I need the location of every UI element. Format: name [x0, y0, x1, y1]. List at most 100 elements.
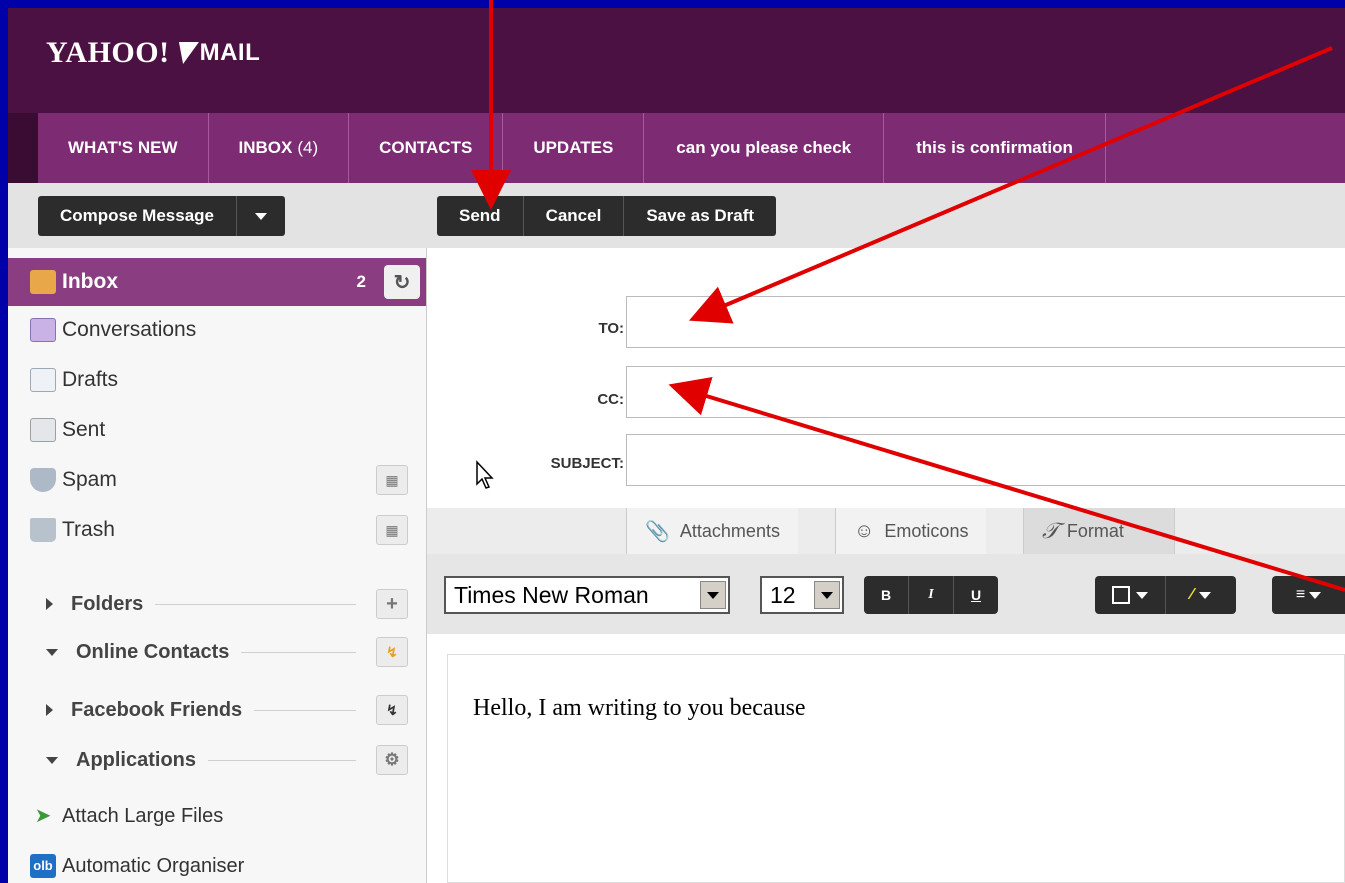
- attachments-tab[interactable]: 📎 Attachments: [626, 508, 798, 554]
- message-body-editor[interactable]: Hello, I am writing to you because: [447, 654, 1345, 883]
- text-color-button[interactable]: [1095, 576, 1166, 614]
- color-group: ∕: [1095, 576, 1236, 614]
- sidebar-item-sent[interactable]: Sent: [8, 406, 426, 454]
- underline-button[interactable]: U: [954, 576, 998, 614]
- add-folder-icon[interactable]: +: [376, 589, 408, 619]
- gear-icon[interactable]: ⚙: [376, 745, 408, 775]
- highlighter-icon: ∕: [1190, 586, 1194, 603]
- tab-inbox[interactable]: INBOX (4): [209, 113, 350, 183]
- unread-count: 2: [356, 272, 366, 291]
- app-window: YAHOO! MAIL WHAT'S NEW INBOX (4) CONTACTS…: [8, 8, 1345, 883]
- app-label: Attach Large Files: [62, 804, 224, 827]
- chevron-down-icon: [46, 756, 58, 764]
- logo-text: YAHOO!: [46, 36, 170, 69]
- italic-button[interactable]: I: [909, 576, 954, 614]
- sidebar-item-conversations[interactable]: Conversations: [8, 306, 426, 354]
- sidebar-item-label: Drafts: [62, 368, 119, 391]
- sidebar-item-label: Trash: [62, 518, 115, 541]
- refresh-icon[interactable]: ↻: [384, 265, 420, 299]
- align-group: ≡: [1272, 576, 1345, 614]
- sidebar-item-label: Sent: [62, 418, 106, 441]
- chevron-down-icon: [1136, 591, 1148, 599]
- sidebar-item-spam[interactable]: Spam ▦: [8, 456, 426, 504]
- tab-count: (4): [297, 138, 319, 157]
- dropdown-arrow-icon: [700, 581, 726, 609]
- section-folders[interactable]: Folders +: [8, 584, 426, 624]
- cancel-button[interactable]: Cancel: [524, 196, 625, 236]
- tab-bar: WHAT'S NEW INBOX (4) CONTACTS UPDATES can…: [8, 113, 1345, 183]
- compose-button[interactable]: Compose Message: [38, 196, 237, 236]
- compose-dropdown[interactable]: [237, 196, 285, 236]
- facebook-status-icon[interactable]: ↯: [376, 695, 408, 725]
- conversations-icon: [30, 318, 56, 342]
- chevron-down-icon: [1199, 591, 1212, 599]
- sidebar-item-inbox[interactable]: Inbox 2 ↻: [8, 258, 426, 306]
- olb-badge-icon: olb: [30, 854, 56, 878]
- trash-icon: [30, 518, 56, 542]
- header: YAHOO! MAIL: [8, 8, 1345, 113]
- underline-label: U: [970, 587, 982, 603]
- tab-contacts[interactable]: CONTACTS: [349, 113, 504, 183]
- tab-whats-new[interactable]: WHAT'S NEW: [38, 113, 209, 183]
- compose-label: Compose Message: [60, 206, 214, 225]
- draft-label: Save as Draft: [646, 206, 755, 225]
- sidebar-item-label: Conversations: [62, 318, 197, 341]
- tab-label: this is confirmation: [916, 138, 1073, 157]
- toolbar: Compose Message Send Cancel Save as Draf…: [8, 183, 1345, 248]
- to-label: TO:: [598, 320, 624, 337]
- text-style-group: B I U: [864, 576, 998, 614]
- sidebar-item-trash[interactable]: Trash ▦: [8, 506, 426, 554]
- drafts-icon: [30, 368, 56, 392]
- save-draft-button[interactable]: Save as Draft: [624, 196, 776, 236]
- bold-label: B: [880, 587, 892, 603]
- app-automatic-organiser[interactable]: olb Automatic Organiser: [8, 842, 426, 883]
- section-label: Folders: [71, 592, 144, 615]
- section-label: Applications: [76, 748, 197, 771]
- app-label: Automatic Organiser: [62, 854, 245, 877]
- tab-message-1[interactable]: can you please check: [644, 113, 885, 183]
- empty-spam-icon[interactable]: ▦: [376, 465, 408, 495]
- subject-field[interactable]: [626, 434, 1345, 486]
- messenger-status-icon[interactable]: ↯: [376, 637, 408, 667]
- size-value: 12: [770, 581, 796, 608]
- sidebar-item-label: Spam: [62, 468, 117, 491]
- section-online-contacts[interactable]: Online Contacts ↯: [8, 632, 426, 672]
- divider: [241, 651, 356, 653]
- message-body-text: Hello, I am writing to you because: [473, 695, 806, 721]
- highlight-color-button[interactable]: ∕: [1166, 576, 1236, 614]
- align-left-icon: ≡: [1295, 586, 1306, 603]
- emoticons-label: Emoticons: [884, 520, 969, 541]
- section-label: Facebook Friends: [71, 698, 243, 721]
- emoticons-tab[interactable]: ☺ Emoticons: [835, 508, 987, 554]
- empty-trash-icon[interactable]: ▦: [376, 515, 408, 545]
- align-button[interactable]: ≡: [1272, 576, 1345, 614]
- section-facebook-friends[interactable]: Facebook Friends ↯: [8, 690, 426, 730]
- yahoo-mail-logo[interactable]: YAHOO! MAIL: [46, 36, 260, 70]
- sidebar-item-label: Inbox: [62, 270, 118, 293]
- chevron-down-icon: [255, 212, 267, 220]
- format-label: Format: [1066, 520, 1124, 541]
- section-label: Online Contacts: [76, 640, 230, 663]
- format-toolbar: Times New Roman 12 B I U ∕ ≡: [427, 554, 1345, 634]
- italic-label: I: [928, 587, 934, 602]
- app-attach-large-files[interactable]: ➤ Attach Large Files: [8, 792, 426, 840]
- divider: [208, 759, 356, 761]
- compose-actions: Send Cancel Save as Draft: [437, 196, 777, 236]
- sidebar-item-drafts[interactable]: Drafts: [8, 356, 426, 404]
- font-family-select[interactable]: Times New Roman: [444, 576, 730, 614]
- attachments-label: Attachments: [679, 520, 780, 541]
- format-tab[interactable]: 𝒯 Format: [1023, 508, 1175, 554]
- spam-icon: [30, 468, 56, 492]
- paperclip-icon: 📎: [645, 520, 670, 543]
- chevron-right-icon: [46, 598, 53, 610]
- send-button[interactable]: Send: [437, 196, 524, 236]
- tab-updates[interactable]: UPDATES: [503, 113, 645, 183]
- section-applications[interactable]: Applications ⚙: [8, 740, 426, 780]
- send-label: Send: [459, 206, 501, 225]
- tab-message-2[interactable]: this is confirmation: [884, 113, 1106, 183]
- bold-button[interactable]: B: [864, 576, 909, 614]
- text-color-icon: [1112, 586, 1130, 604]
- cc-field[interactable]: [626, 366, 1345, 418]
- font-size-select[interactable]: 12: [760, 576, 844, 614]
- to-field[interactable]: [626, 296, 1345, 348]
